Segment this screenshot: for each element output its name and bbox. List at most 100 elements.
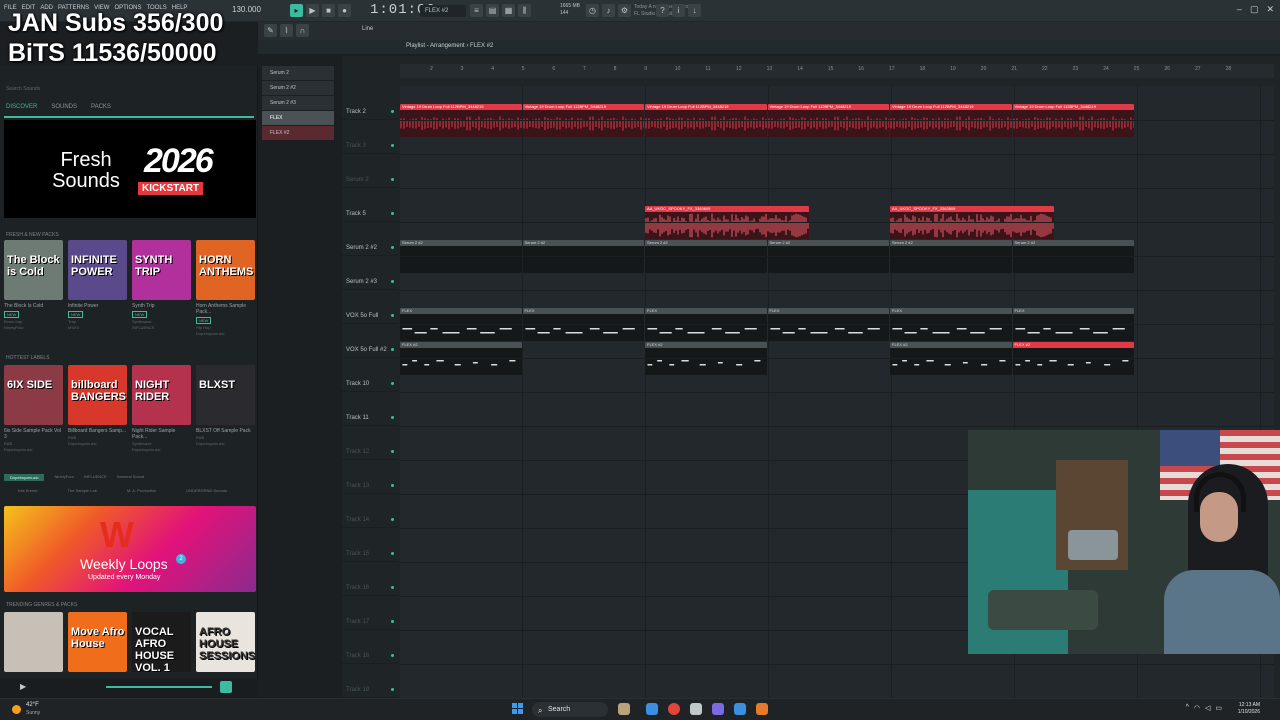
track-enable-icon[interactable] <box>391 654 394 657</box>
pack-card[interactable]: HORN ANTHEMS Horn Anthems Sample Pack... N… <box>196 240 255 337</box>
label-chip[interactable]: INFLUENCE <box>84 474 107 481</box>
preview-mode-icon[interactable] <box>220 681 232 693</box>
tab-packs[interactable]: PACKS <box>91 104 111 110</box>
tempo-display[interactable]: 130.000 <box>232 5 261 14</box>
info-icon[interactable]: i <box>672 4 685 17</box>
maximize-icon[interactable]: ▢ <box>1250 4 1259 15</box>
teams-icon[interactable] <box>712 703 724 715</box>
track-enable-icon[interactable] <box>391 382 394 385</box>
track-enable-icon[interactable] <box>391 314 394 317</box>
metronome-icon[interactable]: ◷ <box>586 4 599 17</box>
playlist-icon[interactable]: ≡ <box>470 4 483 17</box>
track-enable-icon[interactable] <box>391 416 394 419</box>
channel-item[interactable]: Serum 2 #2 <box>262 81 334 95</box>
pack-card[interactable]: Move Afro House <box>68 612 127 672</box>
track-enable-icon[interactable] <box>391 484 394 487</box>
weekly-loops-banner[interactable]: W Weekly Loops 2 Updated every Monday <box>4 506 256 592</box>
snap-selector[interactable]: Line <box>362 26 373 32</box>
edge-icon[interactable] <box>646 703 658 715</box>
brush-icon[interactable]: ⌇ <box>280 24 293 37</box>
battery-icon[interactable]: ▭ <box>1215 704 1222 712</box>
volume-icon[interactable]: ◁ <box>1205 704 1210 712</box>
fl-studio-icon[interactable] <box>756 703 768 715</box>
label-chip[interactable]: UNDERGRND Sounds <box>186 488 227 493</box>
wifi-icon[interactable]: ◠ <box>1194 704 1200 712</box>
store-icon[interactable] <box>690 703 702 715</box>
close-icon[interactable]: ✕ <box>1266 4 1274 15</box>
tab-discover[interactable]: DISCOVER <box>6 104 37 110</box>
track-header[interactable]: Track 2 <box>342 86 398 120</box>
label-chip[interactable]: M. A. Production <box>127 488 156 493</box>
track-enable-icon[interactable] <box>391 620 394 623</box>
pack-card[interactable]: VOCAL AFRO HOUSE VOL. 1 <box>132 612 191 672</box>
track-enable-icon[interactable] <box>391 178 394 181</box>
track-header[interactable]: Track 10 <box>342 358 398 392</box>
track-header[interactable]: Track 19 <box>342 664 398 698</box>
channel-rack-icon[interactable]: ▦ <box>502 4 515 17</box>
track-enable-icon[interactable] <box>391 110 394 113</box>
stop-icon[interactable]: ■ <box>322 4 335 17</box>
pattern-song-toggle[interactable]: ▸ <box>290 4 303 17</box>
track-header[interactable]: Track 12 <box>342 426 398 460</box>
track-enable-icon[interactable] <box>391 552 394 555</box>
track-enable-icon[interactable] <box>391 518 394 521</box>
track-enable-icon[interactable] <box>391 280 394 283</box>
track-header[interactable]: Track 11 <box>342 392 398 426</box>
track-header[interactable]: Track 15 <box>342 528 398 562</box>
pack-card[interactable]: SYNTH TRIP Synth Trip NEW Synthwave INFLUENC… <box>132 240 191 337</box>
channel-item[interactable]: FLEX #2 <box>262 126 334 140</box>
playlist-pattern[interactable]: FLEX #2 <box>470 43 493 49</box>
record-icon[interactable]: ● <box>338 4 351 17</box>
track-header[interactable]: Track 5 <box>342 188 398 222</box>
label-chip[interactable]: Samurai Sound <box>117 474 145 481</box>
track-header[interactable]: Track 18 <box>342 630 398 664</box>
label-chip[interactable]: The Sample Lab <box>68 488 97 493</box>
pack-card[interactable]: NIGHT RIDER Night Rider Sample Pack... Syn… <box>132 365 191 453</box>
label-chip[interactable]: Kits Kreme <box>18 488 38 493</box>
track-enable-icon[interactable] <box>391 586 394 589</box>
track-header[interactable]: Track 17 <box>342 596 398 630</box>
track-enable-icon[interactable] <box>391 348 394 351</box>
taskbar-clock[interactable]: 12:13 AM 1/10/2026 <box>1238 702 1260 716</box>
preview-play-icon[interactable]: ▶ <box>20 682 26 691</box>
chrome-icon[interactable] <box>668 703 680 715</box>
help-icon[interactable]: ? <box>656 4 669 17</box>
track-header[interactable]: Track 14 <box>342 494 398 528</box>
track-enable-icon[interactable] <box>391 450 394 453</box>
preview-volume-slider[interactable] <box>106 686 212 688</box>
channel-item[interactable]: FLEX <box>262 111 334 125</box>
label-chip[interactable]: Dopeboyzmuzic <box>4 474 45 481</box>
minimize-icon[interactable]: – <box>1237 4 1242 15</box>
label-chip[interactable]: NinetyFour <box>54 474 74 481</box>
pack-card[interactable]: 6IX SIDE 6ix Side Sample Pack Vol 3 R&B Dop… <box>4 365 63 453</box>
taskbar-search[interactable]: ⌕ Search <box>532 702 608 717</box>
track-header[interactable]: Track 13 <box>342 460 398 494</box>
cpu-icon[interactable]: ⚙ <box>618 4 631 17</box>
track-enable-icon[interactable] <box>391 212 394 215</box>
track-enable-icon[interactable] <box>391 144 394 147</box>
channel-item[interactable]: Serum 2 <box>262 66 334 80</box>
search-sounds-input[interactable]: Search Sounds <box>6 86 40 92</box>
track-enable-icon[interactable] <box>391 246 394 249</box>
pack-card[interactable] <box>4 612 63 672</box>
pack-card[interactable]: INFINITE POWER Infinite Power NEW Trap MSXII <box>68 240 127 337</box>
pack-card[interactable]: billboard BANGERS Billboard Bangers Samp.… <box>68 365 127 453</box>
channel-item[interactable]: Serum 2 #3 <box>262 96 334 110</box>
mic-icon[interactable]: ♪ <box>602 4 615 17</box>
file-explorer-icon[interactable] <box>618 703 630 715</box>
mail-icon[interactable] <box>734 703 746 715</box>
chevron-up-icon[interactable]: ^ <box>1186 704 1189 712</box>
download-icon[interactable]: ↓ <box>688 4 701 17</box>
pencil-icon[interactable]: ✎ <box>264 24 277 37</box>
track-header[interactable]: Serum 2 <box>342 154 398 188</box>
start-button[interactable] <box>512 703 524 715</box>
track-header[interactable]: VOX 5o Full #2 <box>342 324 398 358</box>
magnet-icon[interactable]: ∩ <box>296 24 309 37</box>
pack-card[interactable]: BLXST BLXST Off Sample Pack R&B Dopeboyzmuz… <box>196 365 255 453</box>
piano-roll-icon[interactable]: ▤ <box>486 4 499 17</box>
play-icon[interactable]: ▶ <box>306 4 319 17</box>
tab-sounds[interactable]: SOUNDS <box>51 104 77 110</box>
track-enable-icon[interactable] <box>391 688 394 691</box>
pack-card[interactable]: AFRO HOUSE SESSIONS <box>196 612 255 672</box>
pattern-selector[interactable]: FLEX #2 <box>420 5 466 17</box>
